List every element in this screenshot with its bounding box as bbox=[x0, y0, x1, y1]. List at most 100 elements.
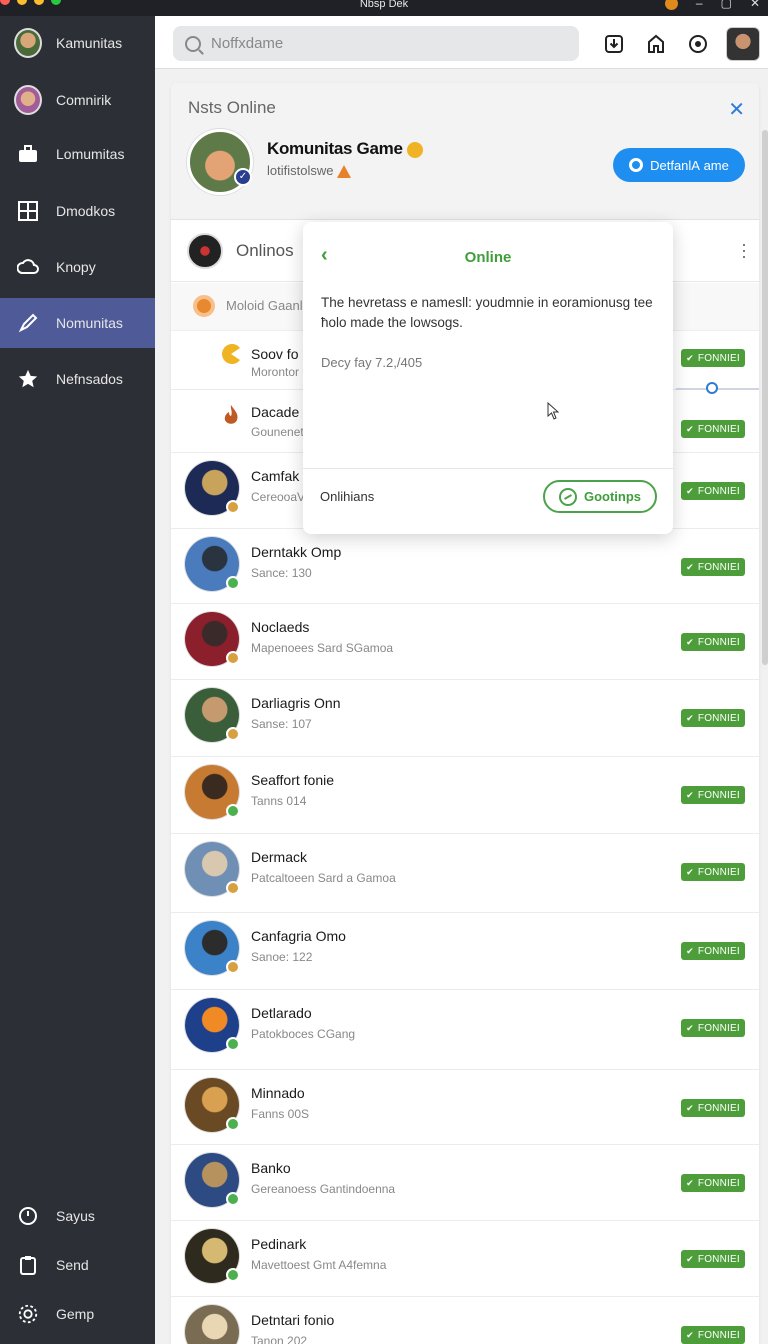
avatar bbox=[185, 1078, 240, 1132]
profile-subtitle: lotifistolswe bbox=[267, 163, 352, 179]
sidebar-item-comnirik[interactable]: Comnirik bbox=[0, 75, 155, 125]
status-dot-icon bbox=[226, 576, 240, 590]
flame-icon bbox=[221, 404, 241, 424]
panel-title: Nsts Online bbox=[188, 98, 276, 117]
star-icon bbox=[14, 365, 42, 393]
check-icon: ✔ bbox=[686, 1177, 694, 1188]
status-dot-icon bbox=[226, 500, 240, 514]
status-badge: ✔ FONNIEI bbox=[681, 1099, 745, 1117]
sidebar-item-knopy[interactable]: Knopy bbox=[0, 242, 155, 292]
avatar bbox=[185, 1305, 239, 1344]
sidebar-item-gemp[interactable]: Gemp bbox=[0, 1289, 155, 1339]
list-item[interactable]: Pedinark Mavettoest Gmt A4femna ✔ FONNIEI bbox=[171, 1221, 759, 1297]
check-icon: ✔ bbox=[686, 866, 694, 877]
download-icon[interactable] bbox=[600, 30, 628, 58]
sidebar-item-label: Nomunitas bbox=[56, 315, 123, 331]
search-placeholder: Noffxdame bbox=[211, 35, 284, 52]
sidebar-item-lomumitas[interactable]: Lomumitas bbox=[0, 129, 155, 179]
profile-name: Komunitas Game bbox=[267, 139, 424, 159]
more-options-icon[interactable]: · · · bbox=[741, 235, 747, 265]
slider-handle[interactable] bbox=[706, 382, 718, 394]
grid-icon bbox=[14, 197, 42, 225]
avatar bbox=[185, 461, 240, 515]
status-dot-icon bbox=[226, 1117, 240, 1131]
list-item[interactable]: Seaffort fonie Tanns 014 ✔ FONNIEI bbox=[171, 757, 759, 834]
list-item[interactable]: Detntari fonio Tanon 202 ✔ FONNIEI bbox=[171, 1297, 759, 1344]
status-dot-icon bbox=[226, 1268, 240, 1282]
row-subtitle: Sanoe: 122 bbox=[251, 950, 313, 964]
row-name: Detntari fonio bbox=[251, 1312, 335, 1328]
popover-footer-label: Onlihians bbox=[320, 489, 375, 504]
row-subtitle: Fanns 00S bbox=[251, 1107, 310, 1121]
list-item[interactable]: Noclaeds Mapenoees Sard SGamoa ✔ FONNIEI bbox=[171, 604, 759, 680]
row-name: Banko bbox=[251, 1160, 291, 1176]
list-item[interactable]: Dermack Patcaltoeen Sard a Gamoa ✔ FONNIEI bbox=[171, 834, 759, 913]
popover-action-button[interactable]: Gootinps bbox=[543, 480, 657, 513]
sidebar-item-label: Nefnsados bbox=[56, 371, 123, 387]
avatar bbox=[185, 1153, 240, 1207]
record-icon bbox=[629, 158, 644, 172]
check-icon: ✔ bbox=[686, 712, 694, 723]
popover-body: The hevretass e namesll: youdmnie in eor… bbox=[321, 295, 653, 330]
list-item[interactable]: Banko Gereanoess Gantindoenna ✔ FONNIEI bbox=[171, 1145, 759, 1221]
popover-title: Online bbox=[464, 249, 512, 266]
check-icon: ✔ bbox=[686, 1022, 694, 1033]
gamepad-icon[interactable] bbox=[684, 30, 712, 58]
primary-action-button[interactable]: DetfanlА ame bbox=[613, 148, 745, 182]
status-dot-icon bbox=[226, 651, 240, 665]
sidebar-item-nomunitas[interactable]: Nomunitas bbox=[0, 298, 155, 348]
online-popover: ‹ Online The hevretass e namesll: youdmn… bbox=[303, 222, 673, 534]
home-icon[interactable] bbox=[642, 30, 670, 58]
speed-icon bbox=[558, 487, 577, 506]
status-badge: ✔ FONNIEI bbox=[681, 558, 745, 576]
user-avatar-icon bbox=[14, 85, 42, 115]
notification-badge-icon[interactable] bbox=[664, 0, 678, 10]
list-item[interactable]: Canfagria Omo Sanoe: 122 ✔ FONNIEI bbox=[171, 913, 759, 990]
row-name: Camfak bbox=[251, 468, 300, 484]
row-subtitle: Sanse: 107 bbox=[251, 717, 312, 731]
list-item[interactable]: Darliagris Onn Sanse: 107 ✔ FONNIEI bbox=[171, 680, 759, 757]
row-name: Pedinark bbox=[251, 1236, 307, 1252]
sidebar-item-sayus[interactable]: Sayus bbox=[0, 1191, 155, 1241]
user-avatar-icon bbox=[14, 28, 42, 58]
status-badge: ✔ FONNIEI bbox=[681, 349, 745, 367]
avatar bbox=[185, 998, 240, 1052]
pac-icon bbox=[221, 344, 241, 364]
check-icon: ✔ bbox=[686, 352, 694, 363]
sidebar-item-label: Comnirik bbox=[56, 92, 112, 108]
row-subtitle: Tanon 202 bbox=[251, 1334, 308, 1344]
popover-meta: Decy fay 7.2,/405 bbox=[321, 355, 423, 370]
row-name: Noclaeds bbox=[251, 619, 310, 635]
search-input[interactable]: Noffxdame bbox=[173, 26, 579, 61]
sub-header-label: Moloid Gaanle bbox=[226, 298, 310, 313]
sidebar: Kamunitas Comnirik Lomumitas Dmodkos Kno… bbox=[0, 16, 155, 1344]
sidebar-item-nefnsados[interactable]: Nefnsados bbox=[0, 354, 155, 404]
row-subtitle: Mavettoest Gmt A4femna bbox=[251, 1258, 387, 1272]
status-badge: ✔ FONNIEI bbox=[681, 863, 745, 881]
status-badge: ✔ FONNIEI bbox=[681, 942, 745, 960]
restore-icon[interactable]: ▢ bbox=[721, 0, 732, 10]
profile-avatar[interactable]: ✓ bbox=[187, 129, 253, 195]
status-badge: ✔ FONNIEI bbox=[681, 1250, 745, 1268]
list-item[interactable]: Detlarado Patokboces CGang ✔ FONNIEI bbox=[171, 990, 759, 1070]
window-actions: – ▢ ✕ bbox=[664, 0, 760, 10]
minimize-icon[interactable]: – bbox=[696, 0, 703, 10]
sidebar-item-dmodkos[interactable]: Dmodkos bbox=[0, 186, 155, 236]
scrollbar[interactable] bbox=[762, 130, 768, 665]
list-item[interactable]: Minnado Fanns 00S ✔ FONNIEI bbox=[171, 1070, 759, 1145]
avatar bbox=[185, 612, 240, 666]
status-dot-icon bbox=[226, 1037, 240, 1051]
sidebar-item-kamunitas[interactable]: Kamunitas bbox=[0, 18, 155, 68]
status-badge: ✔ FONNIEI bbox=[681, 1326, 745, 1344]
list-item[interactable]: Derntakk Omp Sance: 130 ✔ FONNIEI bbox=[171, 529, 759, 604]
sidebar-item-send[interactable]: Send bbox=[0, 1240, 155, 1290]
close-icon[interactable]: ✕ bbox=[750, 0, 760, 10]
row-subtitle: Sance: 130 bbox=[251, 566, 312, 580]
close-icon[interactable]: ✕ bbox=[728, 97, 745, 122]
warning-icon bbox=[337, 165, 352, 179]
user-avatar[interactable] bbox=[726, 27, 760, 61]
sidebar-item-label: Dmodkos bbox=[56, 203, 116, 219]
row-name: Darliagris Onn bbox=[251, 695, 341, 711]
cloud-icon bbox=[14, 253, 42, 281]
check-icon: ✔ bbox=[686, 423, 694, 434]
